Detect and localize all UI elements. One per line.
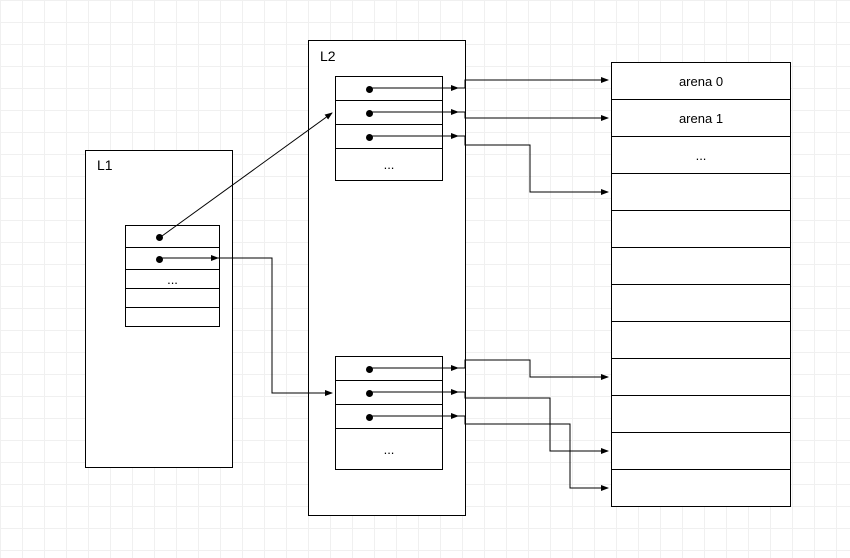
arena-row-3 [611, 173, 791, 211]
l2-top-dot-1 [366, 110, 373, 117]
arena-row-7 [611, 321, 791, 359]
l1-dot-0 [156, 234, 163, 241]
arena-row-4 [611, 210, 791, 248]
l2-title: L2 [320, 48, 336, 64]
arena-row-6 [611, 284, 791, 322]
l2-top-row-0 [335, 76, 443, 101]
l1-row-1 [125, 247, 220, 270]
l1-row-0 [125, 225, 220, 248]
diagram-container: L1 ... L2 ... ... arena 0 arena 1 ... [0, 0, 850, 558]
l2-top-row-3: ... [335, 148, 443, 181]
l2-top-dot-2 [366, 134, 373, 141]
l1-row-2: ... [125, 269, 220, 289]
l2-top-row-1 [335, 100, 443, 125]
l2-bottom-row-0 [335, 356, 443, 381]
l2-top-dot-0 [366, 86, 373, 93]
arena-row-0: arena 0 [611, 62, 791, 100]
l1-row-3 [125, 288, 220, 308]
l1-dot-1 [156, 256, 163, 263]
l2-bottom-row-1 [335, 380, 443, 405]
arena-row-10 [611, 432, 791, 470]
l2-bottom-dot-2 [366, 414, 373, 421]
l2-bottom-row-3: ... [335, 428, 443, 470]
arena-row-1: arena 1 [611, 99, 791, 137]
l1-row-4 [125, 307, 220, 327]
arena-row-5 [611, 247, 791, 285]
arena-row-2: ... [611, 136, 791, 174]
l2-bottom-row-2 [335, 404, 443, 429]
arena-row-8 [611, 358, 791, 396]
l2-bottom-dot-1 [366, 390, 373, 397]
l2-top-row-2 [335, 124, 443, 149]
arena-row-9 [611, 395, 791, 433]
arena-row-11 [611, 469, 791, 507]
l1-title: L1 [97, 157, 113, 173]
l2-bottom-dot-0 [366, 366, 373, 373]
